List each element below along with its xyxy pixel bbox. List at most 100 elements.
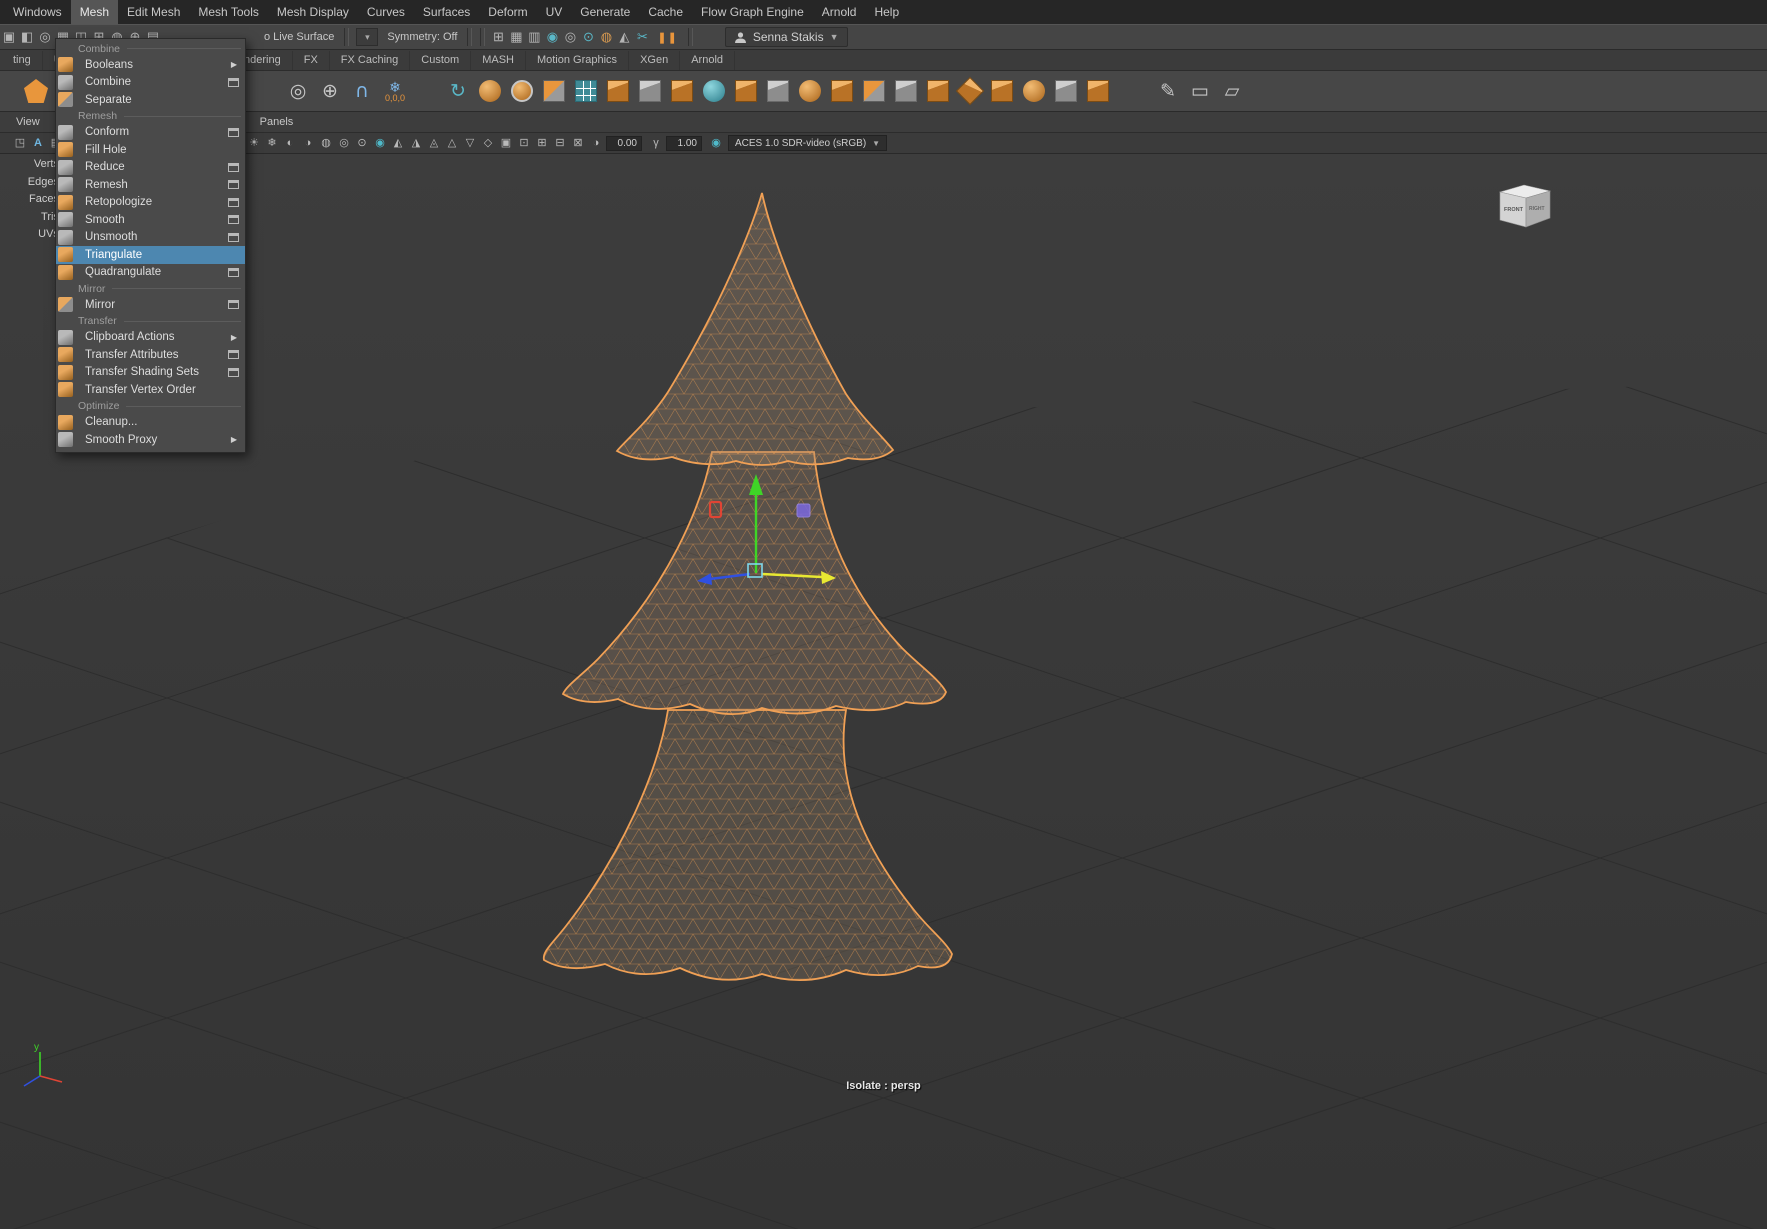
menu-uv[interactable]: UV — [537, 0, 572, 24]
viewport-toolbar-icon[interactable]: ▣ — [498, 135, 514, 151]
purple-marker[interactable] — [796, 503, 811, 518]
menu-mesh-display[interactable]: Mesh Display — [268, 0, 358, 24]
render-settings-icon[interactable]: ◍ — [597, 29, 615, 45]
snap-magnet-icon[interactable]: ∪ — [348, 77, 376, 105]
option-box[interactable] — [228, 162, 239, 172]
target-icon[interactable]: ◎ — [284, 77, 312, 105]
shelf-icon[interactable] — [1084, 77, 1112, 105]
shelf-tab-arnold[interactable]: Arnold — [680, 51, 735, 70]
shelf-icon[interactable] — [476, 77, 504, 105]
pencil-icon[interactable]: ✎ — [1154, 77, 1182, 105]
xray-icon[interactable]: ◉ — [372, 135, 388, 151]
antialias-icon[interactable]: A — [30, 135, 46, 151]
shelf-icon[interactable] — [732, 77, 760, 105]
menu-item-conform[interactable]: Conform — [56, 124, 245, 142]
menu-item-combine[interactable]: Combine — [56, 74, 245, 92]
shelf-icon[interactable] — [572, 77, 600, 105]
colorspace-dropdown[interactable]: ACES 1.0 SDR-video (sRGB) ▼ — [728, 135, 888, 151]
plus-circle-icon[interactable]: ⊕ — [316, 77, 344, 105]
shelf-tab-fx-caching[interactable]: FX Caching — [330, 51, 411, 70]
shelf-icon[interactable] — [700, 77, 728, 105]
viewport-toolbar-icon[interactable]: ◎ — [336, 135, 352, 151]
viewport-toolbar-icon[interactable]: ◇ — [480, 135, 496, 151]
menu-item-quadrangulate[interactable]: Quadrangulate — [56, 264, 245, 282]
shelf-icon[interactable] — [1020, 77, 1048, 105]
shelf-icon[interactable] — [1052, 77, 1080, 105]
shelf-icon[interactable] — [892, 77, 920, 105]
menu-item-clipboard-actions[interactable]: Clipboard Actions ▶ — [56, 329, 245, 347]
viewport-toolbar-icon[interactable]: ⊡ — [516, 135, 532, 151]
shelf-icon[interactable] — [796, 77, 824, 105]
shelf-icon[interactable] — [828, 77, 856, 105]
menu-surfaces[interactable]: Surfaces — [414, 0, 479, 24]
snap-to-point-icon[interactable]: ❄ 0,0,0 — [380, 77, 410, 105]
shelf-icon[interactable] — [924, 77, 952, 105]
menu-arnold[interactable]: Arnold — [813, 0, 866, 24]
render-icon[interactable]: ▥ — [525, 29, 543, 45]
viewport-toolbar-icon[interactable]: ◭ — [390, 135, 406, 151]
menu-generate[interactable]: Generate — [571, 0, 639, 24]
option-box[interactable] — [228, 300, 239, 310]
viewport-toolbar-icon[interactable]: ◮ — [408, 135, 424, 151]
shelf-tab-custom[interactable]: Custom — [410, 51, 472, 70]
viewport-toolbar-icon[interactable]: ◐ — [282, 135, 298, 151]
shelf-tab-motion-graphics[interactable]: Motion Graphics — [526, 51, 630, 70]
rotate-tool-icon[interactable]: ↻ — [444, 77, 472, 105]
viewport-menu-panels[interactable]: Panels — [250, 114, 304, 130]
symmetry-label[interactable]: Symmetry: Off — [381, 31, 463, 43]
viewport-toolbar-icon[interactable]: ▽ — [462, 135, 478, 151]
menu-item-smooth[interactable]: Smooth — [56, 211, 245, 229]
viewport-toolbar-icon[interactable]: ◍ — [318, 135, 334, 151]
render-icon[interactable]: ⊞ — [489, 29, 507, 45]
option-box[interactable] — [228, 232, 239, 242]
viewport-toolbar-icon[interactable]: ⊙ — [354, 135, 370, 151]
menu-item-unsmooth[interactable]: Unsmooth — [56, 229, 245, 247]
viewport-toolbar-icon[interactable]: ◬ — [426, 135, 442, 151]
ipr-render-icon[interactable]: ◎ — [561, 29, 579, 45]
selection-mask-icon[interactable]: ◧ — [18, 29, 36, 45]
snap-mode-icon[interactable]: ◎ — [36, 29, 54, 45]
menu-item-fill-hole[interactable]: Fill Hole — [56, 141, 245, 159]
gamma-icon[interactable]: γ — [648, 135, 664, 151]
shelf-icon[interactable] — [955, 76, 985, 106]
exposure-icon[interactable]: ◑ — [588, 135, 604, 151]
viewport-toolbar-icon[interactable]: ◑ — [300, 135, 316, 151]
shelf-tab-xgen[interactable]: XGen — [629, 51, 681, 70]
menu-item-transfer-vertex-order[interactable]: Transfer Vertex Order — [56, 381, 245, 399]
render-icon[interactable]: ▦ — [507, 29, 525, 45]
menu-item-triangulate[interactable]: Triangulate — [56, 246, 245, 264]
menu-windows[interactable]: Windows — [4, 0, 71, 24]
viewport-menu-view[interactable]: View — [6, 114, 50, 130]
render-current-frame-icon[interactable]: ◉ — [543, 29, 561, 45]
exposure-field[interactable]: 0.00 — [606, 135, 642, 151]
viewport-toolbar-icon[interactable]: ⊞ — [534, 135, 550, 151]
user-account-menu[interactable]: Senna Stakis ▼ — [724, 27, 848, 47]
menu-deform[interactable]: Deform — [479, 0, 536, 24]
shelf-icon[interactable] — [604, 77, 632, 105]
polygon-primitive-icon[interactable] — [22, 77, 50, 105]
plane-icon[interactable]: ▱ — [1218, 77, 1246, 105]
menu-item-transfer-attributes[interactable]: Transfer Attributes — [56, 346, 245, 364]
lighting-icon[interactable]: ☀ — [246, 135, 262, 151]
menu-item-cleanup[interactable]: Cleanup... — [56, 414, 245, 432]
menu-item-retopologize[interactable]: Retopologize — [56, 194, 245, 212]
viewport-toolbar-icon[interactable]: ⊠ — [570, 135, 586, 151]
menu-flow-graph-engine[interactable]: Flow Graph Engine — [692, 0, 813, 24]
option-box[interactable] — [228, 127, 239, 137]
menu-item-booleans[interactable]: Booleans ▶ — [56, 56, 245, 74]
menu-item-mirror[interactable]: Mirror — [56, 296, 245, 314]
option-box[interactable] — [228, 180, 239, 190]
viewport-toolbar-icon[interactable]: ◳ — [12, 135, 28, 151]
marquee-icon[interactable]: ▭ — [1186, 77, 1214, 105]
menu-mesh-tools[interactable]: Mesh Tools — [189, 0, 267, 24]
shelf-icon[interactable] — [988, 77, 1016, 105]
graph-editor-icon[interactable]: ◭ — [615, 29, 633, 45]
live-surface-label[interactable]: o Live Surface — [258, 31, 340, 43]
viewport-toolbar-icon[interactable]: ⊟ — [552, 135, 568, 151]
live-surface-dropdown[interactable]: ▾ — [356, 28, 379, 46]
menu-item-reduce[interactable]: Reduce — [56, 159, 245, 177]
menu-item-smooth-proxy[interactable]: Smooth Proxy ▶ — [56, 431, 245, 449]
option-box[interactable] — [228, 367, 239, 377]
option-box[interactable] — [228, 215, 239, 225]
shelf-tab-fx[interactable]: FX — [293, 51, 330, 70]
